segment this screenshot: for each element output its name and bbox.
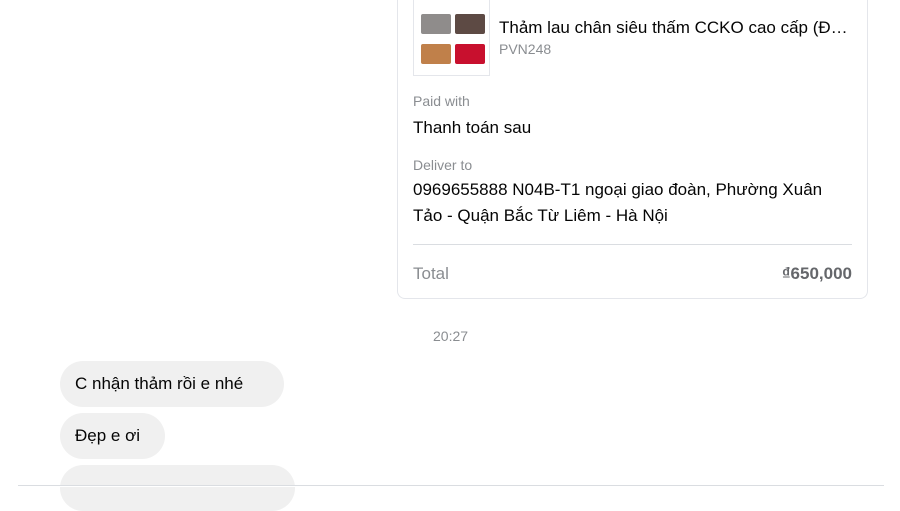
product-thumbnail[interactable] <box>413 0 490 76</box>
product-code: PVN248 <box>499 41 552 57</box>
delivery-address: 0969655888 N04B-T1 ngoại giao đoàn, Phườ… <box>413 180 823 225</box>
deliver-to-label: Deliver to <box>413 157 473 173</box>
total-label: Total <box>413 264 449 283</box>
message-bubble[interactable] <box>60 465 295 511</box>
brown-mat-image <box>455 14 485 34</box>
message-timestamp: 20:27 <box>433 328 469 344</box>
divider <box>413 244 852 245</box>
total-amount: ₫650,000 <box>781 264 852 283</box>
message-bubble[interactable]: C nhận thảm rồi e nhé <box>60 361 284 407</box>
red-mat-image <box>455 44 485 64</box>
gray-mat-image <box>421 14 451 34</box>
payment-method: Thanh toán sau <box>413 118 532 137</box>
order-card[interactable]: Thảm lau chân siêu thấm CCKO cao cấp (Đ…… <box>397 0 868 299</box>
tan-mat-image <box>421 44 451 64</box>
product-name[interactable]: Thảm lau chân siêu thấm CCKO cao cấp (Đ… <box>499 17 854 39</box>
message-bubble[interactable]: Đẹp e ơi <box>60 413 165 459</box>
paid-with-label: Paid with <box>413 93 470 109</box>
